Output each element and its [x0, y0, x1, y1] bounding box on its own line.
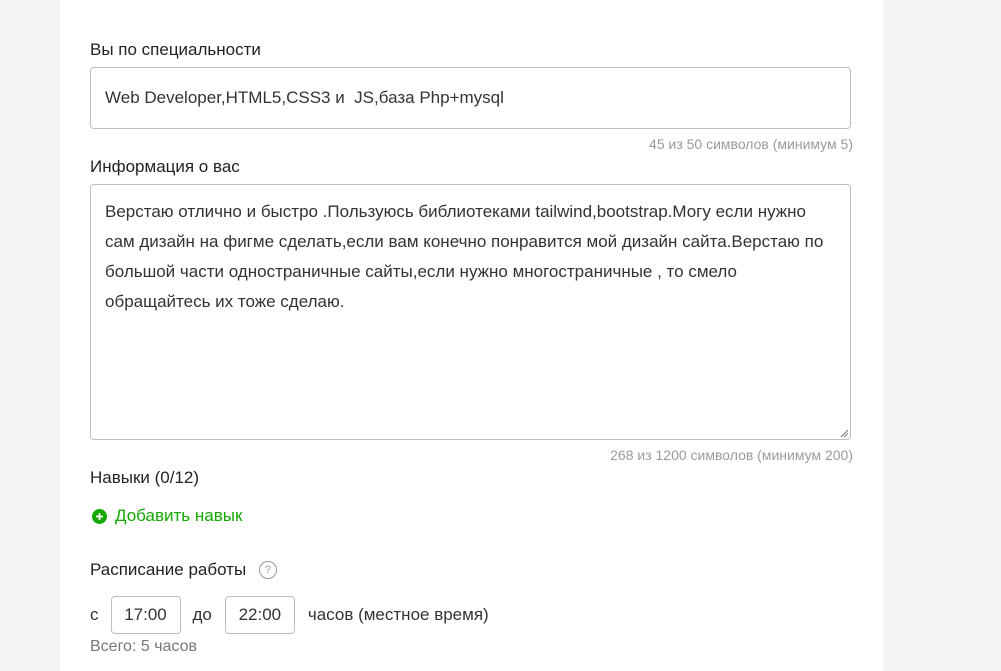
plus-circle-icon — [92, 508, 107, 524]
skills-label: Навыки (0/12) — [90, 468, 200, 487]
schedule-label: Расписание работы — [90, 560, 247, 579]
question-circle-icon[interactable]: ? — [258, 560, 277, 579]
specialty-counter: 45 из 50 символов (минимум 5) — [649, 136, 853, 152]
about-textarea[interactable]: Верстаю отлично и быстро .Пользуюсь библ… — [90, 184, 851, 440]
add-skill-button[interactable]: Добавить навык — [92, 506, 242, 526]
about-counter: 268 из 1200 символов (минимум 200) — [610, 447, 853, 463]
about-label: Информация о вас — [90, 157, 240, 176]
hours-unit-label: часов (местное время) — [307, 605, 489, 624]
schedule-row: с 17:00 до 22:00 часов (местное время) — [90, 595, 489, 635]
specialty-input-value: Web Developer,HTML5,CSS3 и JS,база Php+m… — [105, 88, 504, 107]
from-label: с — [90, 605, 99, 624]
specialty-input[interactable]: Web Developer,HTML5,CSS3 и JS,база Php+m… — [90, 67, 851, 129]
schedule-total: Всего: 5 часов — [90, 638, 197, 655]
add-skill-label: Добавить навык — [115, 506, 243, 525]
schedule-heading: Расписание работы ? — [90, 560, 277, 580]
to-label: до — [192, 605, 212, 624]
about-textarea-value: Верстаю отлично и быстро .Пользуюсь библ… — [105, 202, 829, 311]
to-time-input[interactable]: 22:00 — [224, 596, 295, 634]
specialty-label: Вы по специальности — [90, 40, 261, 59]
resize-handle-icon[interactable] — [839, 428, 849, 438]
from-time-input[interactable]: 17:00 — [110, 596, 181, 634]
